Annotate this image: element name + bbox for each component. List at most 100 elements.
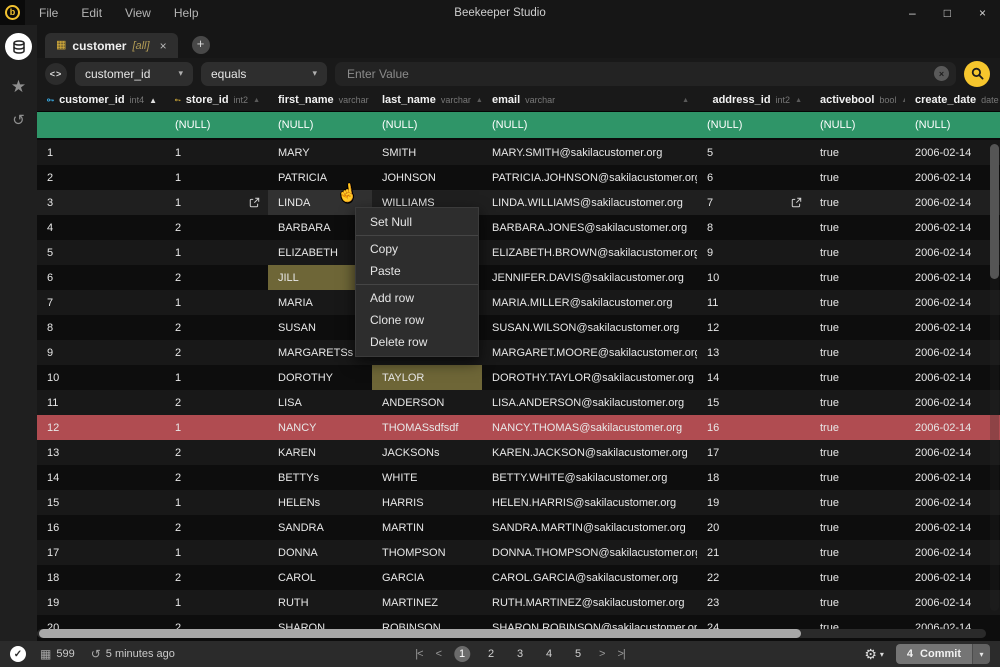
table-cell[interactable]: 2 xyxy=(165,215,268,240)
table-cell[interactable]: 7 xyxy=(697,190,810,215)
table-cell[interactable]: DONNA.THOMPSON@sakilacustomer.org xyxy=(482,540,697,565)
table-cell[interactable]: HARRIS xyxy=(372,490,482,515)
table-cell[interactable]: true xyxy=(810,565,905,590)
tab-customer[interactable]: ▦ customer [all] × xyxy=(45,33,178,58)
table-cell[interactable]: WHITE xyxy=(372,465,482,490)
table-cell[interactable]: 21 xyxy=(697,540,810,565)
table-row[interactable]: 112LISAANDERSONLISA.ANDERSON@sakilacusto… xyxy=(37,390,1000,415)
horizontal-scrollbar-thumb[interactable] xyxy=(39,629,801,638)
context-menu-item-delete-row[interactable]: Delete row xyxy=(356,331,478,353)
table-cell[interactable]: 2006-02-14 xyxy=(905,290,1000,315)
column-header-customer_id[interactable]: customer_idint4▲ xyxy=(37,89,165,111)
menu-file[interactable]: File xyxy=(39,6,58,20)
table-cell[interactable]: true xyxy=(810,465,905,490)
table-cell[interactable]: 9 xyxy=(37,340,165,365)
table-cell[interactable]: 2006-02-14 xyxy=(905,465,1000,490)
table-cell[interactable]: 2006-02-14 xyxy=(905,165,1000,190)
table-cell[interactable]: 2006-02-14 xyxy=(905,490,1000,515)
table-cell[interactable]: THOMPSON xyxy=(372,540,482,565)
table-row[interactable]: 182CAROLGARCIACAROL.GARCIA@sakilacustome… xyxy=(37,565,1000,590)
table-cell[interactable]: 14 xyxy=(37,465,165,490)
table-cell[interactable]: 10 xyxy=(697,265,810,290)
table-cell[interactable]: PATRICIA xyxy=(268,165,372,190)
table-cell[interactable]: DOROTHY xyxy=(268,365,372,390)
close-window-button[interactable]: × xyxy=(979,6,986,20)
insert-row-cell[interactable]: (NULL) xyxy=(810,119,905,131)
insert-row-cell[interactable]: (NULL) xyxy=(905,119,1000,131)
column-header-address_id[interactable]: address_idint2▲ xyxy=(697,89,810,111)
table-cell[interactable]: HELEN.HARRIS@sakilacustomer.org xyxy=(482,490,697,515)
table-cell[interactable]: 7 xyxy=(37,290,165,315)
table-cell[interactable]: MARIA.MILLER@sakilacustomer.org xyxy=(482,290,697,315)
page-button-2[interactable]: 2 xyxy=(483,648,499,660)
table-cell[interactable]: 5 xyxy=(697,140,810,165)
table-row[interactable]: 71MARIAMILLERMARIA.MILLER@sakilacustomer… xyxy=(37,290,1000,315)
tab-close-icon[interactable]: × xyxy=(160,39,167,53)
table-cell[interactable]: 1 xyxy=(165,365,268,390)
sort-arrow-icon[interactable]: ▲ xyxy=(253,97,260,104)
page-button-1[interactable]: 1 xyxy=(454,646,470,662)
context-menu-item-copy[interactable]: Copy xyxy=(356,238,478,260)
next-page-button[interactable]: > xyxy=(599,648,604,660)
table-cell[interactable]: 20 xyxy=(697,515,810,540)
insert-row-cell[interactable]: (NULL) xyxy=(372,119,482,131)
previous-page-button[interactable]: < xyxy=(436,648,441,660)
table-cell[interactable]: 1 xyxy=(165,240,268,265)
filter-operator-select[interactable]: equals ▾ xyxy=(201,62,327,86)
table-cell[interactable]: 15 xyxy=(697,390,810,415)
table-cell[interactable]: true xyxy=(810,440,905,465)
table-cell[interactable]: NANCY xyxy=(268,415,372,440)
table-cell[interactable]: LISA.ANDERSON@sakilacustomer.org xyxy=(482,390,697,415)
table-cell[interactable]: 1 xyxy=(165,590,268,615)
table-cell[interactable]: 2006-02-14 xyxy=(905,215,1000,240)
table-cell[interactable]: true xyxy=(810,290,905,315)
table-cell[interactable]: ANDERSON xyxy=(372,390,482,415)
table-cell[interactable]: RUTH.MARTINEZ@sakilacustomer.org xyxy=(482,590,697,615)
table-cell[interactable]: 1 xyxy=(165,165,268,190)
open-foreign-key-icon[interactable] xyxy=(249,197,260,208)
table-cell[interactable]: 14 xyxy=(697,365,810,390)
table-cell[interactable]: true xyxy=(810,490,905,515)
table-cell[interactable]: 13 xyxy=(697,340,810,365)
table-cell[interactable]: 17 xyxy=(37,540,165,565)
table-cell[interactable]: 2 xyxy=(165,390,268,415)
table-cell[interactable]: 17 xyxy=(697,440,810,465)
table-cell[interactable]: DONNA xyxy=(268,540,372,565)
table-cell[interactable]: true xyxy=(810,315,905,340)
table-cell[interactable]: 8 xyxy=(37,315,165,340)
table-cell[interactable]: MARTINEZ xyxy=(372,590,482,615)
table-row[interactable]: 92MARGARETSsMOORESMARGARET.MOORE@sakilac… xyxy=(37,340,1000,365)
table-cell[interactable]: 8 xyxy=(697,215,810,240)
table-cell[interactable]: SANDRA.MARTIN@sakilacustomer.org xyxy=(482,515,697,540)
table-cell[interactable]: 11 xyxy=(697,290,810,315)
context-menu-item-clone-row[interactable]: Clone row xyxy=(356,309,478,331)
context-menu-item-paste[interactable]: Paste xyxy=(356,260,478,282)
last-page-button[interactable]: >| xyxy=(617,648,624,660)
commit-button[interactable]: 4 Commit xyxy=(896,644,972,664)
table-cell[interactable]: BETTYs xyxy=(268,465,372,490)
table-cell[interactable]: MARY xyxy=(268,140,372,165)
table-cell[interactable]: 2 xyxy=(165,515,268,540)
table-cell[interactable]: KAREN xyxy=(268,440,372,465)
table-cell[interactable]: 2006-02-14 xyxy=(905,540,1000,565)
table-cell[interactable]: 1 xyxy=(165,490,268,515)
table-row[interactable]: 101DOROTHYTAYLORDOROTHY.TAYLOR@sakilacus… xyxy=(37,365,1000,390)
table-cell[interactable]: 6 xyxy=(697,165,810,190)
table-cell[interactable]: 18 xyxy=(697,465,810,490)
table-cell[interactable]: 13 xyxy=(37,440,165,465)
table-cell[interactable]: 2006-02-14 xyxy=(905,315,1000,340)
menu-view[interactable]: View xyxy=(125,6,151,20)
table-cell[interactable]: HELENs xyxy=(268,490,372,515)
table-cell[interactable]: CAROL xyxy=(268,565,372,590)
context-menu-item-add-row[interactable]: Add row xyxy=(356,287,478,309)
column-header-first_name[interactable]: first_namevarchar▲ xyxy=(268,89,372,111)
pending-insert-row[interactable]: (NULL)(NULL)(NULL)(NULL)(NULL)(NULL)(NUL… xyxy=(37,112,1000,140)
vertical-scrollbar-thumb[interactable] xyxy=(990,144,999,279)
table-cell[interactable]: 2006-02-14 xyxy=(905,340,1000,365)
table-cell[interactable]: 2 xyxy=(165,315,268,340)
table-cell[interactable]: 11 xyxy=(37,390,165,415)
table-cell[interactable]: 2006-02-14 xyxy=(905,190,1000,215)
table-cell[interactable]: 1 xyxy=(165,415,268,440)
table-row[interactable]: 82SUSANWILSONSUSAN.WILSON@sakilacustomer… xyxy=(37,315,1000,340)
table-cell[interactable]: BARBARA.JONES@sakilacustomer.org xyxy=(482,215,697,240)
